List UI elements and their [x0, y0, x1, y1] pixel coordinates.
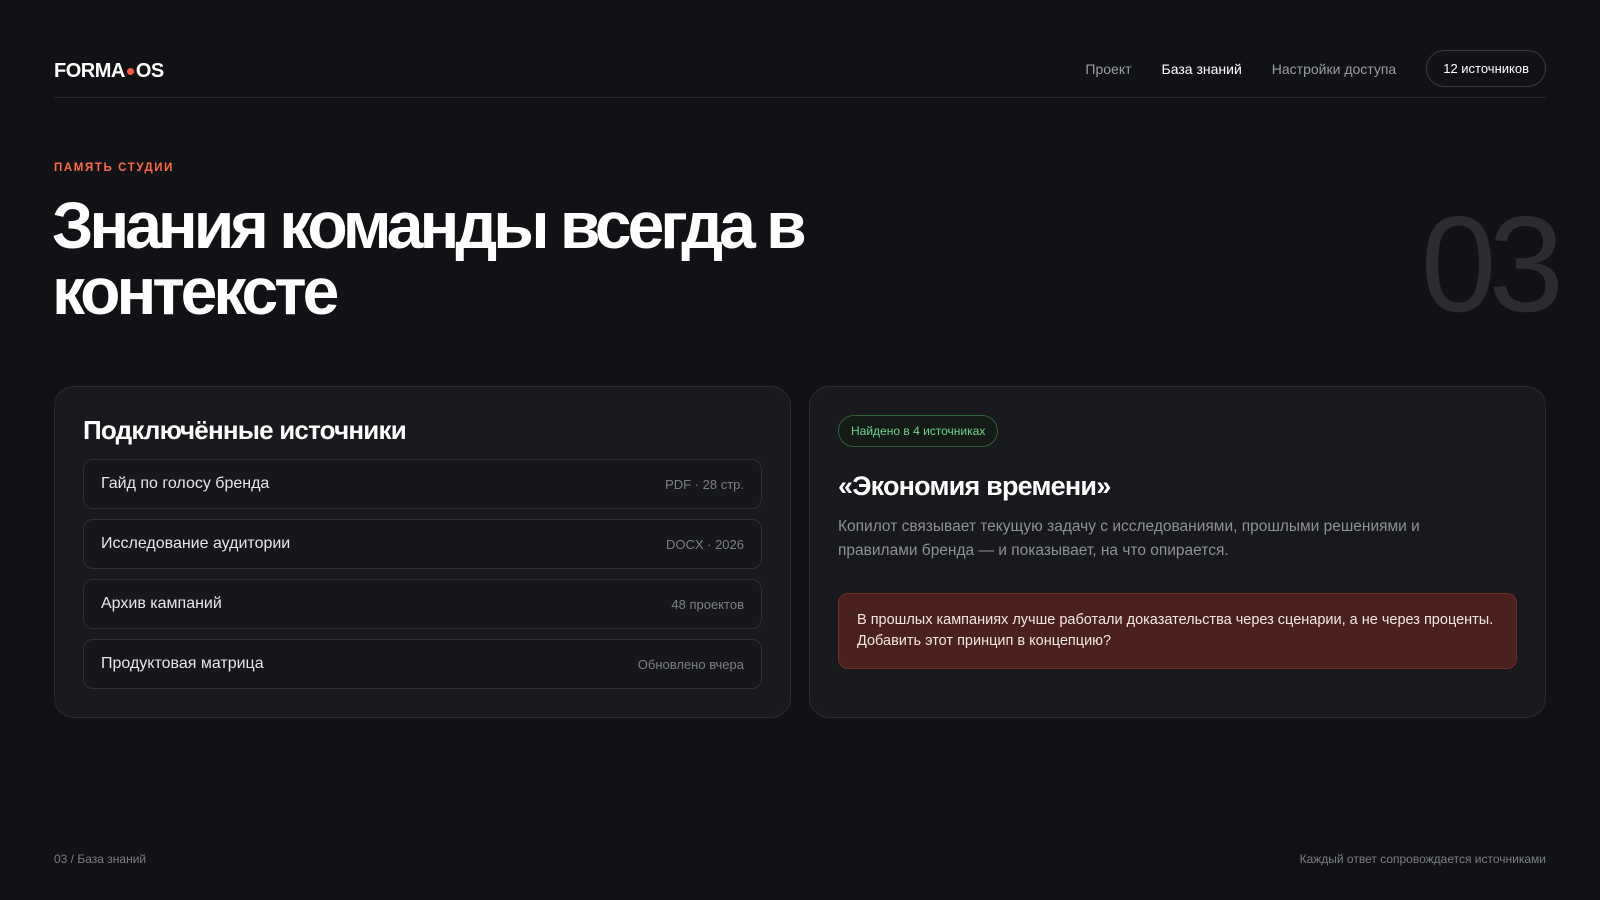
footer-breadcrumb: 03 / База знаний [54, 852, 147, 866]
source-meta: 48 проектов [671, 596, 744, 612]
source-meta: PDF · 28 стр. [665, 476, 744, 492]
source-meta: DOCX · 2026 [665, 536, 744, 552]
found-sources-badge: Найдено в 4 источниках [838, 415, 999, 447]
source-item[interactable]: Гайд по голосу бренда PDF · 28 стр. [83, 459, 762, 509]
footer-note: Каждый ответ сопровождается источниками [1299, 852, 1546, 866]
insight-card: Найдено в 4 источниках «Экономия времени… [809, 386, 1546, 718]
source-item[interactable]: Архив кампаний 48 проектов [83, 579, 762, 629]
source-item[interactable]: Продуктовая матрица Обновлено вчера [83, 639, 762, 689]
source-list: Гайд по голосу бренда PDF · 28 стр. Иссл… [83, 459, 762, 699]
section-number: 03 [1420, 188, 1564, 340]
top-header: FORMA OS Проект База знаний Настройки до… [54, 50, 1546, 98]
suggestion-box[interactable]: В прошлых кампаниях лучше работали доказ… [838, 593, 1517, 669]
source-name: Продуктовая матрица [101, 655, 264, 672]
page: FORMA OS Проект База знаний Настройки до… [0, 0, 1600, 900]
sources-card-title: Подключённые источники [83, 415, 407, 445]
page-title: Знания команды всегда в контексте [52, 188, 807, 328]
insight-description: Копилот связывает текущую задачу с иссле… [838, 518, 1420, 559]
main-nav: Проект База знаний Настройки доступа 12 … [1085, 50, 1546, 87]
section-eyebrow: ПАМЯТЬ СТУДИИ [54, 162, 175, 174]
source-item[interactable]: Исследование аудитории DOCX · 2026 [83, 519, 762, 569]
nav-item-project[interactable]: Проект [1085, 61, 1131, 77]
nav-item-access-settings[interactable]: Настройки доступа [1272, 61, 1396, 77]
logo-text-left: FORMA [54, 60, 125, 82]
source-name: Исследование аудитории [101, 535, 291, 552]
nav-item-knowledge-base[interactable]: База знаний [1162, 61, 1242, 77]
logo[interactable]: FORMA OS [54, 60, 164, 83]
insight-title: «Экономия времени» [838, 471, 1111, 501]
sources-card: Подключённые источники Гайд по голосу бр… [54, 386, 791, 718]
source-meta: Обновлено вчера [637, 656, 744, 672]
source-name: Архив кампаний [101, 595, 222, 612]
logo-dot-icon [126, 68, 134, 75]
logo-text-right: OS [135, 60, 164, 82]
source-name: Гайд по голосу бренда [101, 475, 270, 492]
sources-count-button[interactable]: 12 источников [1426, 50, 1546, 87]
